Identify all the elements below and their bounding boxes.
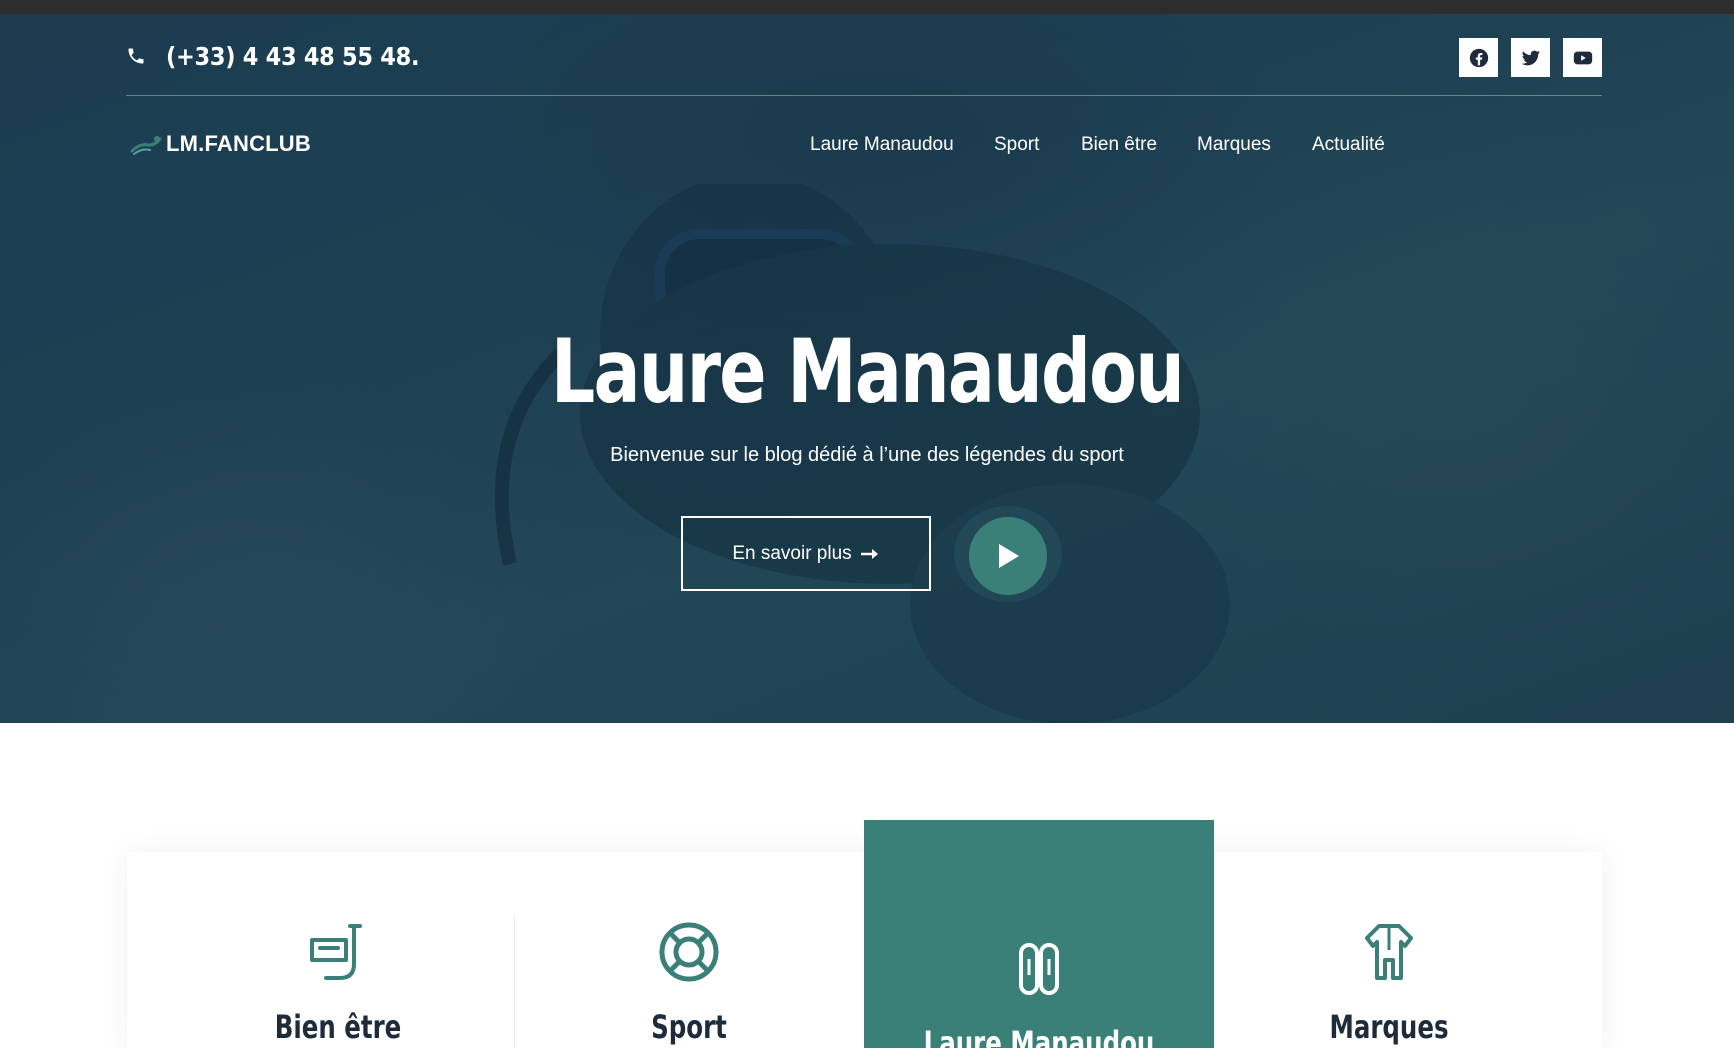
logo-text: LM.FANCLUB bbox=[166, 131, 311, 156]
card-laure-manaudou-title[interactable]: Laure Manaudou bbox=[912, 1024, 1167, 1048]
nav-item-sport[interactable]: Sport bbox=[994, 134, 1039, 156]
topbar-divider bbox=[126, 95, 1602, 96]
play-video-button[interactable] bbox=[969, 517, 1047, 595]
card-marques-title[interactable]: Marques bbox=[1304, 1008, 1474, 1046]
facebook-icon bbox=[1469, 48, 1488, 67]
diving-tank-icon[interactable] bbox=[1007, 935, 1071, 999]
site-logo[interactable]: LM.FANCLUB bbox=[130, 131, 311, 157]
play-icon bbox=[999, 544, 1019, 568]
facebook-link[interactable] bbox=[1459, 38, 1498, 77]
twitter-icon bbox=[1521, 50, 1540, 65]
nav-item-laure-manaudou[interactable]: Laure Manaudou bbox=[810, 134, 954, 156]
arrow-right-icon bbox=[860, 548, 878, 559]
browser-top-bar bbox=[0, 0, 1734, 14]
youtube-link[interactable] bbox=[1563, 38, 1602, 77]
card-divider bbox=[514, 915, 515, 1048]
nav-item-actualite[interactable]: Actualité bbox=[1312, 134, 1385, 156]
phone-icon bbox=[126, 46, 146, 66]
phone-number[interactable]: (+33) 4 43 48 55 48. bbox=[166, 42, 420, 71]
lifebuoy-icon[interactable] bbox=[657, 920, 721, 984]
nav-item-bien-etre[interactable]: Bien être bbox=[1081, 134, 1157, 156]
card-bien-etre-title[interactable]: Bien être bbox=[253, 1008, 423, 1046]
nav-item-marques[interactable]: Marques bbox=[1197, 134, 1271, 156]
hero-subtitle: Bienvenue sur le blog dédié à l’une des … bbox=[610, 444, 1124, 466]
youtube-icon bbox=[1573, 51, 1592, 64]
swimmer-icon bbox=[130, 136, 162, 155]
wetsuit-icon[interactable] bbox=[1357, 920, 1421, 984]
card-laure-manaudou-highlight bbox=[864, 820, 1214, 1048]
card-sport-title[interactable]: Sport bbox=[604, 1008, 774, 1046]
snorkel-mask-icon[interactable] bbox=[306, 920, 370, 984]
hero-title: Laure Manaudou bbox=[550, 320, 1185, 423]
learn-more-button[interactable]: En savoir plus bbox=[681, 516, 931, 591]
learn-more-label: En savoir plus bbox=[732, 542, 852, 564]
twitter-link[interactable] bbox=[1511, 38, 1550, 77]
top-contact-bar: (+33) 4 43 48 55 48. bbox=[126, 32, 1602, 82]
